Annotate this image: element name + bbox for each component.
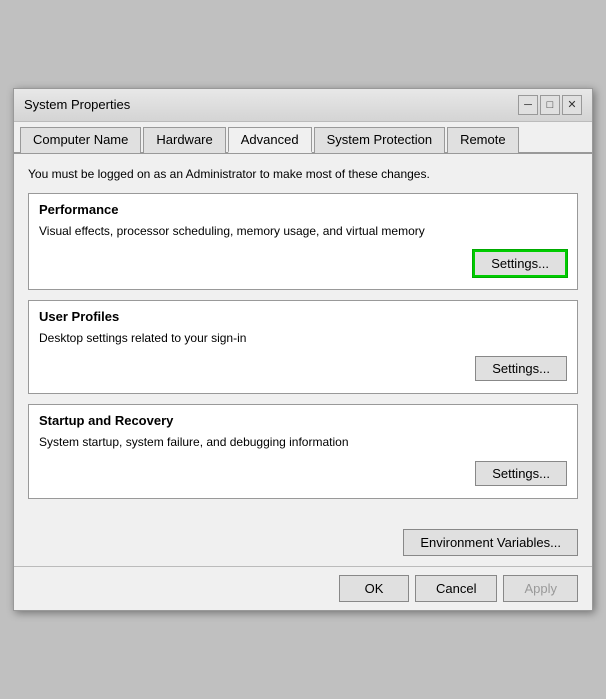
tab-computer-name[interactable]: Computer Name [20,127,141,153]
startup-recovery-settings-button[interactable]: Settings... [475,461,567,486]
user-profiles-btn-row: Settings... [39,356,567,381]
apply-button[interactable]: Apply [503,575,578,602]
env-variables-area: Environment Variables... [14,521,592,564]
admin-notice: You must be logged on as an Administrato… [28,166,578,183]
window-title: System Properties [24,97,130,112]
user-profiles-settings-button[interactable]: Settings... [475,356,567,381]
user-profiles-desc: Desktop settings related to your sign-in [39,330,567,347]
title-bar: System Properties ─ □ ✕ [14,89,592,122]
startup-recovery-section: Startup and Recovery System startup, sys… [28,404,578,499]
title-bar-controls: ─ □ ✕ [518,95,582,115]
tab-bar: Computer Name Hardware Advanced System P… [14,122,592,154]
performance-desc: Visual effects, processor scheduling, me… [39,223,567,240]
startup-recovery-title: Startup and Recovery [39,413,567,428]
performance-title: Performance [39,202,567,217]
tab-advanced[interactable]: Advanced [228,127,312,153]
startup-recovery-desc: System startup, system failure, and debu… [39,434,567,451]
performance-btn-row: Settings... [39,250,567,277]
user-profiles-title: User Profiles [39,309,567,324]
dialog-buttons: OK Cancel Apply [14,566,592,610]
environment-variables-button[interactable]: Environment Variables... [403,529,578,556]
tab-system-protection[interactable]: System Protection [314,127,446,153]
tab-hardware[interactable]: Hardware [143,127,225,153]
system-properties-window: System Properties ─ □ ✕ Computer Name Ha… [13,88,593,611]
maximize-button[interactable]: □ [540,95,560,115]
minimize-button[interactable]: ─ [518,95,538,115]
tab-remote[interactable]: Remote [447,127,519,153]
user-profiles-section: User Profiles Desktop settings related t… [28,300,578,395]
startup-recovery-btn-row: Settings... [39,461,567,486]
performance-section: Performance Visual effects, processor sc… [28,193,578,290]
tab-content: You must be logged on as an Administrato… [14,154,592,521]
cancel-button[interactable]: Cancel [415,575,497,602]
performance-settings-button[interactable]: Settings... [473,250,567,277]
close-button[interactable]: ✕ [562,95,582,115]
ok-button[interactable]: OK [339,575,409,602]
